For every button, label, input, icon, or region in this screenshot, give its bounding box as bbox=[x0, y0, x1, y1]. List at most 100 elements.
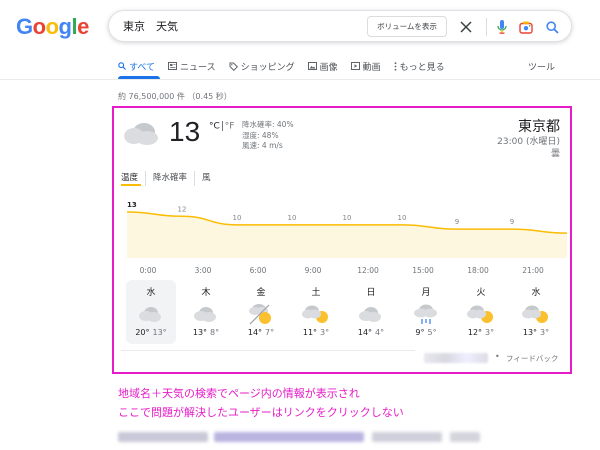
header-divider bbox=[0, 79, 600, 80]
search-divider bbox=[486, 18, 487, 36]
google-logo[interactable]: Google bbox=[16, 14, 89, 40]
tab-label: 動画 bbox=[362, 62, 381, 73]
day-name: 水 bbox=[531, 288, 541, 298]
chart-data-label: 13 bbox=[127, 201, 137, 209]
logo-letter: e bbox=[77, 14, 89, 39]
tab-precipitation[interactable]: 降水確率 bbox=[153, 171, 196, 186]
day-name: 日 bbox=[366, 288, 376, 298]
news-icon bbox=[168, 62, 178, 70]
cloudy-icon bbox=[126, 300, 176, 328]
tab-more[interactable]: もっと見る bbox=[394, 56, 445, 76]
day-name: 火 bbox=[476, 288, 486, 298]
tab-label: 画像 bbox=[319, 62, 338, 73]
day-temps: 11° 3° bbox=[291, 328, 341, 337]
day-forecast[interactable]: 土 11° 3° bbox=[291, 280, 341, 344]
tab-videos[interactable]: 動画 bbox=[350, 56, 381, 76]
tag-icon bbox=[229, 62, 238, 71]
feedback-link[interactable]: フィードバック bbox=[506, 353, 558, 364]
tab-label: ショッピング bbox=[240, 62, 295, 73]
more-icon bbox=[394, 61, 397, 71]
tab-images[interactable]: 画像 bbox=[307, 56, 338, 76]
unit-toggle: °C °F bbox=[209, 121, 234, 132]
tab-shopping[interactable]: ショッピング bbox=[229, 56, 295, 76]
card-divider bbox=[121, 350, 415, 351]
separator-dot: • bbox=[495, 352, 500, 361]
cloudy-icon bbox=[346, 300, 396, 328]
tab-all[interactable]: すべて bbox=[118, 56, 155, 76]
day-temps: 12° 3° bbox=[456, 328, 506, 337]
day-low: 3° bbox=[320, 328, 330, 337]
day-high: 14° bbox=[357, 328, 373, 337]
day-low: 3° bbox=[540, 328, 550, 337]
day-low: 3° bbox=[485, 328, 495, 337]
hour-label: 15:00 bbox=[412, 266, 434, 275]
chart-data-label: 10 bbox=[398, 214, 407, 222]
image-icon bbox=[307, 62, 317, 70]
hour-label: 18:00 bbox=[467, 266, 489, 275]
day-name: 水 bbox=[146, 288, 156, 298]
clear-icon[interactable] bbox=[457, 18, 475, 36]
tab-news[interactable]: ニュース bbox=[168, 56, 216, 76]
unit-divider bbox=[221, 121, 223, 131]
day-forecast[interactable]: 日 14° 4° bbox=[346, 280, 396, 344]
day-forecast[interactable]: 水 20° 13° bbox=[126, 280, 176, 344]
blurred-source-link[interactable] bbox=[424, 353, 488, 363]
search-tabs: すべて ニュース ショッピング 画像 動画 もっと見る bbox=[118, 56, 458, 76]
annotation-line-1: 地域名＋天気の検索でページ内の情報が表示され bbox=[118, 387, 360, 400]
chart-data-label: 12 bbox=[178, 205, 187, 213]
logo-letter: o bbox=[32, 14, 46, 39]
hour-label: 0:00 bbox=[139, 266, 157, 275]
day-forecast[interactable]: 火 12° 3° bbox=[456, 280, 506, 344]
day-temps: 9° 5° bbox=[401, 328, 451, 337]
hour-label: 9:00 bbox=[304, 266, 322, 275]
tools-button[interactable]: ツール bbox=[528, 60, 555, 73]
day-name: 木 bbox=[201, 288, 211, 298]
current-temperature: 13 bbox=[169, 116, 201, 147]
tab-wind[interactable]: 風 bbox=[202, 171, 218, 186]
hour-label: 6:00 bbox=[249, 266, 267, 275]
cloudy-icon bbox=[181, 300, 231, 328]
rain-icon bbox=[401, 300, 451, 328]
day-temps: 14° 7° bbox=[236, 328, 286, 337]
precip-chance: 降水確率: 40% bbox=[242, 120, 294, 129]
weather-location-block: 東京都 23:00 (水曜日) 曇 bbox=[497, 116, 560, 160]
weather-card: 13 °C °F 降水確率: 40% 湿度: 48% 風速: 4 m/s 東京都 … bbox=[112, 106, 572, 374]
weather-details: 降水確率: 40% 湿度: 48% 風速: 4 m/s bbox=[242, 120, 294, 152]
day-high: 12° bbox=[467, 328, 483, 337]
day-temps: 20° 13° bbox=[126, 328, 176, 337]
chart-data-label: 9 bbox=[455, 218, 459, 226]
weather-condition: 曇 bbox=[550, 149, 560, 159]
volume-button[interactable]: ボリュームを表示 bbox=[367, 16, 447, 37]
day-temps: 13° 8° bbox=[181, 328, 231, 337]
cloud-sun-icon bbox=[456, 300, 506, 328]
day-forecast[interactable]: 水 13° 3° bbox=[511, 280, 561, 344]
unit-celsius[interactable]: °C bbox=[209, 122, 220, 132]
search-input[interactable]: 東京 天気 bbox=[123, 18, 178, 34]
blurred-result bbox=[214, 432, 364, 442]
day-high: 20° bbox=[135, 328, 150, 337]
location-name: 東京都 bbox=[518, 119, 560, 135]
day-forecast[interactable]: 金 14° 7° bbox=[236, 280, 286, 344]
search-icon[interactable] bbox=[543, 18, 561, 36]
hour-label: 21:00 bbox=[522, 266, 544, 275]
cloud-sun-icon bbox=[291, 300, 341, 328]
day-forecast[interactable]: 木 13° 8° bbox=[181, 280, 231, 344]
search-box[interactable]: 東京 天気 ボリュームを表示 bbox=[108, 10, 572, 42]
day-name: 土 bbox=[311, 288, 321, 298]
day-name: 金 bbox=[256, 288, 266, 298]
wind-speed: 風速: 4 m/s bbox=[242, 141, 283, 150]
logo-letter: g bbox=[58, 14, 72, 39]
mic-icon[interactable] bbox=[493, 18, 511, 36]
day-forecast[interactable]: 月 9° 5° bbox=[401, 280, 451, 344]
logo-letter: G bbox=[16, 14, 33, 39]
day-low: 4° bbox=[375, 328, 385, 337]
camera-lens-icon[interactable] bbox=[517, 18, 535, 36]
day-high: 9° bbox=[415, 328, 425, 337]
blurred-result bbox=[450, 432, 480, 442]
weather-time: 23:00 (水曜日) bbox=[497, 137, 560, 147]
day-high: 13° bbox=[522, 328, 538, 337]
temperature-chart: 13 12 10 10 10 10 9 9 bbox=[126, 201, 567, 258]
blurred-result bbox=[372, 432, 442, 442]
unit-fahrenheit[interactable]: °F bbox=[225, 122, 235, 132]
day-high: 14° bbox=[247, 328, 263, 337]
